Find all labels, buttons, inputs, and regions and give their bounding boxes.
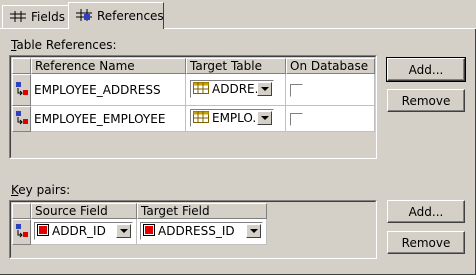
target-field-value: ADDRESS_ID [158,224,235,238]
tab-references[interactable]: References [68,2,164,29]
reference-name-cell: EMPLOYEE_ADDRESS [34,82,161,97]
remove-key-pair-button[interactable]: Remove [387,231,465,254]
col-header-target-field[interactable]: Target Field [137,203,267,219]
table-icon [193,81,209,97]
table-references-grid: Reference Name Target Table On Database … [9,55,377,159]
row-header-corner [12,203,31,219]
row-header-corner [12,58,31,74]
add-reference-button[interactable]: Add... [386,57,466,82]
source-field-value: ADDR_ID [52,224,106,238]
remove-reference-button[interactable]: Remove [387,89,465,112]
fields-icon [9,9,27,26]
row-header-1[interactable] [12,219,31,245]
on-database-checkbox[interactable] [290,113,303,126]
chevron-down-icon[interactable] [257,82,272,96]
add-key-pair-label: Add... [408,204,444,219]
target-field-combo[interactable]: ADDRESS_ID [140,222,263,240]
target-table-value: EMPLO... [212,111,257,125]
tab-references-label: References [97,9,164,23]
field-icon [143,223,155,239]
chevron-down-icon[interactable] [116,224,131,238]
references-icon [75,8,93,25]
key-pairs-grid: Source Field Target Field ADDR_ID ADDRES… [9,200,377,259]
key-pair-row-icon [15,223,29,242]
tab-fields-label: Fields [31,10,65,24]
row-header-2[interactable] [12,106,31,132]
source-field-combo[interactable]: ADDR_ID [34,222,133,240]
add-key-pair-button[interactable]: Add... [387,200,465,223]
field-icon [37,223,49,239]
reference-row-icon [15,81,29,100]
table-icon [193,110,209,126]
target-table-combo[interactable]: EMPLO... [190,109,274,127]
col-header-target-table[interactable]: Target Table [186,58,286,74]
table-row[interactable]: EMPLOYEE_EMPLOYEE [31,106,186,132]
col-header-on-database[interactable]: On Database [286,58,375,74]
tab-bar: Fields References [0,0,476,30]
tab-fields[interactable]: Fields [2,5,69,28]
table-references-label: Table References: [11,38,117,52]
add-reference-label: Add... [408,62,444,77]
reference-name-cell: EMPLOYEE_EMPLOYEE [34,111,166,126]
on-database-checkbox[interactable] [290,84,303,97]
remove-key-pair-label: Remove [401,235,451,250]
chevron-down-icon[interactable] [246,224,261,238]
remove-reference-label: Remove [401,93,451,108]
key-pairs-label: Key pairs: [11,183,71,197]
chevron-down-icon[interactable] [257,111,272,125]
target-table-value: ADDRE... [212,82,257,96]
reference-row-icon [15,110,29,129]
target-table-combo[interactable]: ADDRE... [190,80,274,98]
table-row[interactable]: EMPLOYEE_ADDRESS [31,74,186,106]
row-header-1[interactable] [12,74,31,106]
col-header-reference-name[interactable]: Reference Name [31,58,186,74]
col-header-source-field[interactable]: Source Field [31,203,137,219]
